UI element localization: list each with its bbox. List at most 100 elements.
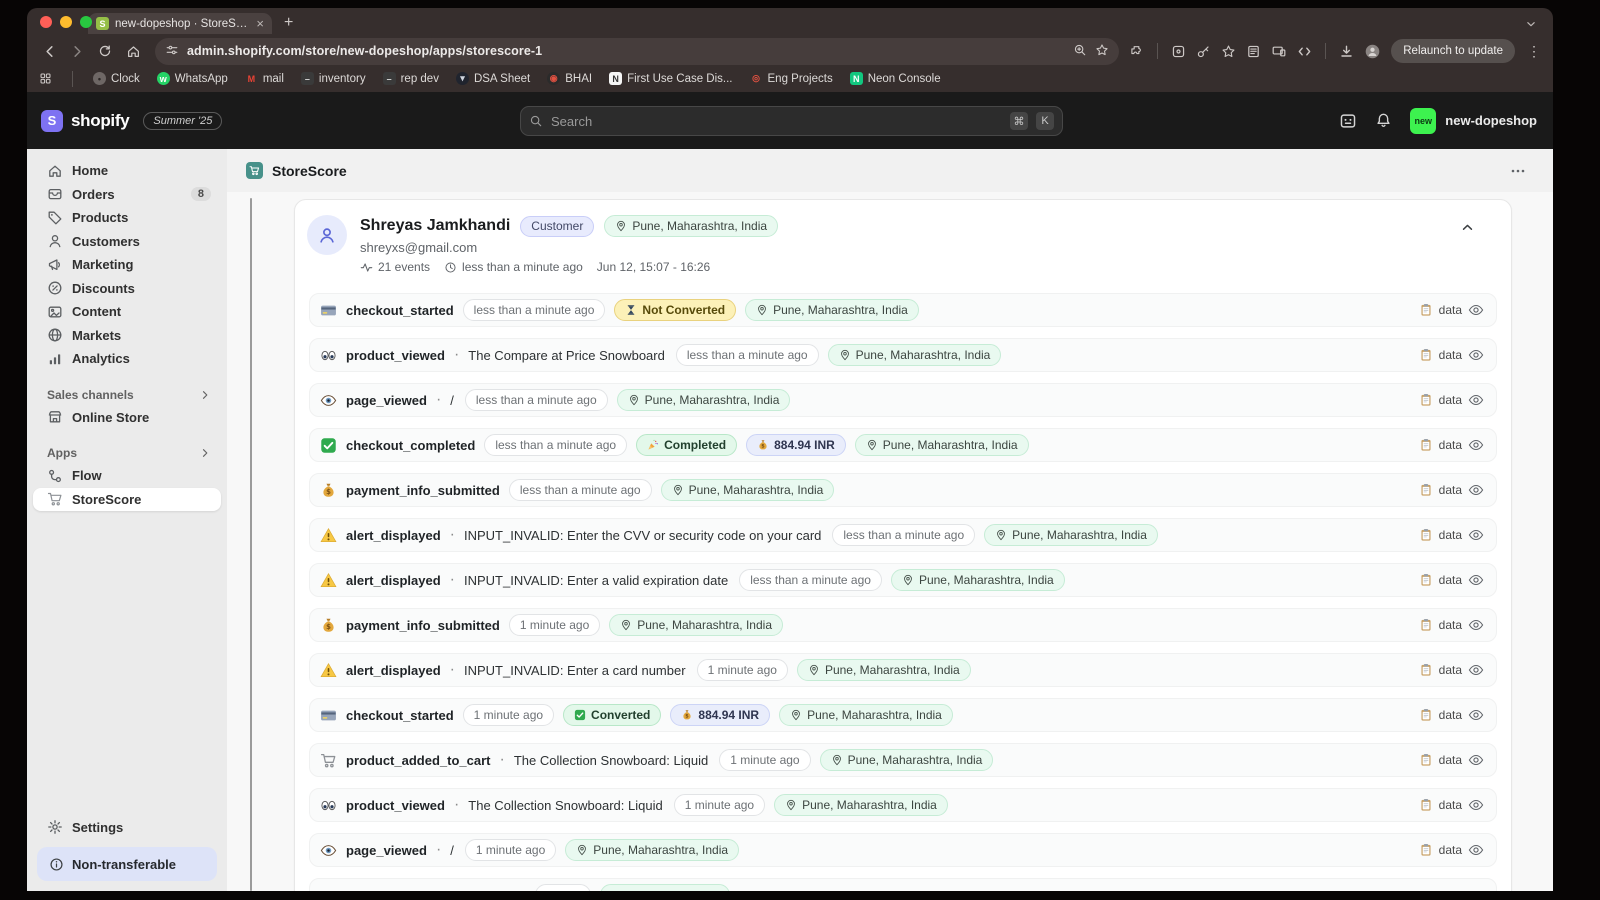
- eye-outline-icon[interactable]: [1468, 437, 1484, 453]
- bookmark-item[interactable]: N Neon Console: [850, 72, 941, 85]
- sidebar-item-markets[interactable]: Markets: [33, 324, 221, 348]
- event-row[interactable]: product_viewed · The Collection Snowboar…: [309, 788, 1497, 822]
- event-row[interactable]: checkout_started 1 minute ago Converted$…: [309, 698, 1497, 732]
- address-bar[interactable]: admin.shopify.com/store/new-dopeshop/app…: [155, 38, 1119, 65]
- sidebar-item-content[interactable]: Content: [33, 300, 221, 324]
- admin-apps-icon[interactable]: [1339, 112, 1357, 130]
- close-tab-icon[interactable]: ×: [256, 17, 264, 30]
- browser-menu-icon[interactable]: ⋮: [1525, 43, 1543, 60]
- minimize-window-button[interactable]: [60, 16, 72, 28]
- event-data-label[interactable]: data: [1439, 348, 1462, 362]
- reload-icon[interactable]: [93, 39, 117, 63]
- profile-avatar-icon[interactable]: [1364, 43, 1381, 60]
- event-row[interactable]: $ payment_info_submitted 1 minute ago Pu…: [309, 608, 1497, 642]
- event-row[interactable]: checkout_completed less than a minute ag…: [309, 428, 1497, 462]
- event-data-label[interactable]: data: [1439, 528, 1462, 542]
- event-row[interactable]: checkout_started less than a minute ago …: [309, 293, 1497, 327]
- eye-outline-icon[interactable]: [1468, 617, 1484, 633]
- event-row[interactable]: page_viewed · / less than a minute ago P…: [309, 383, 1497, 417]
- app-scrollbar[interactable]: [250, 198, 252, 891]
- collapse-chevron-icon[interactable]: [1460, 220, 1475, 235]
- event-row[interactable]: [309, 878, 1497, 891]
- eye-outline-icon[interactable]: [1468, 482, 1484, 498]
- sidebar-item-discounts[interactable]: Discounts: [33, 277, 221, 301]
- bookmark-item[interactable]: – rep dev: [383, 72, 439, 85]
- event-data-label[interactable]: data: [1439, 618, 1462, 632]
- eye-outline-icon[interactable]: [1468, 572, 1484, 588]
- event-data-label[interactable]: data: [1439, 753, 1462, 767]
- bookmark-item[interactable]: – inventory: [301, 72, 366, 85]
- event-data-label[interactable]: data: [1439, 393, 1462, 407]
- notifications-bell-icon[interactable]: [1375, 112, 1392, 129]
- event-data-label[interactable]: data: [1439, 843, 1462, 857]
- apps-grid-icon[interactable]: [39, 72, 52, 85]
- page-menu-icon[interactable]: [1510, 163, 1526, 179]
- sidebar-item-marketing[interactable]: Marketing: [33, 253, 221, 277]
- bookmark-item[interactable]: ◉ BHAI: [547, 72, 592, 85]
- event-row[interactable]: alert_displayed · INPUT_INVALID: Enter a…: [309, 563, 1497, 597]
- store-menu[interactable]: new new-dopeshop: [1410, 108, 1537, 134]
- bookmark-item[interactable]: w WhatsApp: [157, 72, 228, 85]
- bookmark-item[interactable]: ▾ DSA Sheet: [456, 72, 530, 85]
- shopify-logo[interactable]: S shopify Summer '25: [27, 110, 222, 132]
- sidebar-item-analytics[interactable]: Analytics: [33, 347, 221, 371]
- eye-outline-icon[interactable]: [1468, 797, 1484, 813]
- eye-outline-icon[interactable]: [1468, 527, 1484, 543]
- zoom-icon[interactable]: [1073, 43, 1087, 60]
- sidebar-item-flow[interactable]: Flow: [33, 464, 221, 488]
- event-row[interactable]: alert_displayed · INPUT_INVALID: Enter t…: [309, 518, 1497, 552]
- bookmark-item[interactable]: N First Use Case Dis...: [609, 72, 732, 85]
- eye-outline-icon[interactable]: [1468, 302, 1484, 318]
- devices-icon[interactable]: [1271, 44, 1287, 59]
- sidebar-item-products[interactable]: Products: [33, 206, 221, 230]
- sidebar-item-settings[interactable]: Settings: [33, 816, 221, 840]
- sidebar-section-sales-channels[interactable]: Sales channels: [27, 384, 227, 406]
- event-row[interactable]: product_added_to_cart · The Collection S…: [309, 743, 1497, 777]
- back-icon[interactable]: [37, 39, 61, 63]
- devtools-icon[interactable]: [1297, 44, 1312, 59]
- sidebar-item-orders[interactable]: Orders 8: [33, 183, 221, 207]
- eye-outline-icon[interactable]: [1468, 707, 1484, 723]
- sidebar-section-apps[interactable]: Apps: [27, 442, 227, 464]
- event-data-label[interactable]: data: [1439, 708, 1462, 722]
- event-data-label[interactable]: data: [1439, 483, 1462, 497]
- sidebar-item-storescore[interactable]: StoreScore: [33, 488, 221, 512]
- bookmark-item[interactable]: ◎ Eng Projects: [750, 72, 833, 85]
- global-search-input[interactable]: Search ⌘ K: [520, 106, 1063, 136]
- extension-star-icon[interactable]: [1221, 44, 1236, 59]
- close-window-button[interactable]: [40, 16, 52, 28]
- bookmark-item[interactable]: M mail: [245, 72, 284, 85]
- browser-tab[interactable]: S new-dopeshop · StoreScore ×: [88, 13, 272, 34]
- bookmark-star-icon[interactable]: [1095, 43, 1109, 60]
- event-row[interactable]: page_viewed · / 1 minute ago Pune, Mahar…: [309, 833, 1497, 867]
- new-tab-button[interactable]: +: [284, 14, 293, 34]
- sidebar-item-customers[interactable]: Customers: [33, 230, 221, 254]
- reading-list-icon[interactable]: [1246, 44, 1261, 59]
- home-icon[interactable]: [121, 39, 145, 63]
- extensions-puzzle-icon[interactable]: [1129, 44, 1144, 59]
- bookmark-item[interactable]: • Clock: [93, 72, 140, 85]
- event-data-label[interactable]: data: [1439, 303, 1462, 317]
- tab-search-icon[interactable]: [1525, 17, 1537, 35]
- event-row[interactable]: $ payment_info_submitted less than a min…: [309, 473, 1497, 507]
- eye-outline-icon[interactable]: [1468, 752, 1484, 768]
- event-row[interactable]: product_viewed · The Compare at Price Sn…: [309, 338, 1497, 372]
- event-row[interactable]: alert_displayed · INPUT_INVALID: Enter a…: [309, 653, 1497, 687]
- password-key-icon[interactable]: [1196, 44, 1211, 59]
- url-text[interactable]: admin.shopify.com/store/new-dopeshop/app…: [187, 44, 1065, 58]
- site-settings-icon[interactable]: [165, 43, 179, 60]
- relaunch-to-update-button[interactable]: Relaunch to update: [1391, 39, 1515, 63]
- extension-icon[interactable]: [1171, 44, 1186, 59]
- forward-icon[interactable]: [65, 39, 89, 63]
- event-data-label[interactable]: data: [1439, 663, 1462, 677]
- eye-outline-icon[interactable]: [1468, 662, 1484, 678]
- eye-outline-icon[interactable]: [1468, 392, 1484, 408]
- downloads-icon[interactable]: [1339, 44, 1354, 59]
- eye-outline-icon[interactable]: [1468, 347, 1484, 363]
- sidebar-item-online-store[interactable]: Online Store: [33, 406, 221, 430]
- eye-outline-icon[interactable]: [1468, 842, 1484, 858]
- event-data-label[interactable]: data: [1439, 573, 1462, 587]
- event-data-label[interactable]: data: [1439, 798, 1462, 812]
- maximize-window-button[interactable]: [80, 16, 92, 28]
- event-data-label[interactable]: data: [1439, 438, 1462, 452]
